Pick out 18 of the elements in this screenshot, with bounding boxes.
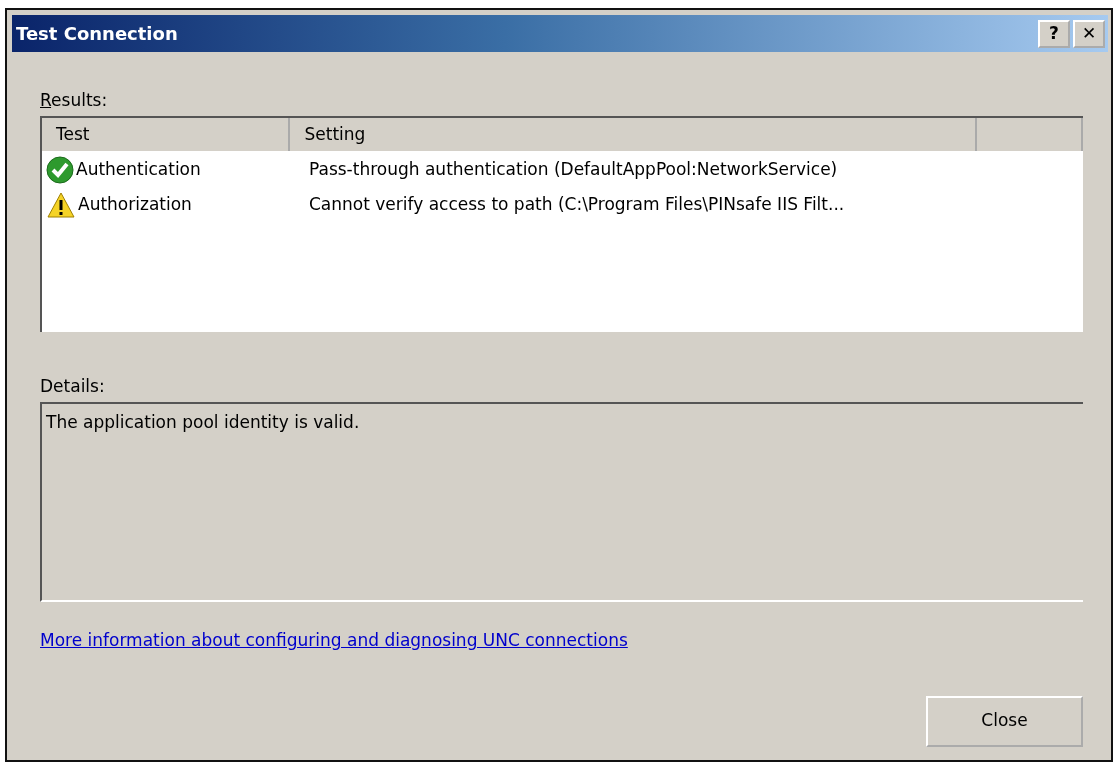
list-row[interactable]: Authorization Cannot verify access to path (C:\Program Files\PINsafe IIS Filt... (42, 187, 1083, 222)
test-name: Authorization (78, 192, 192, 216)
column-header[interactable]: Setting (290, 118, 978, 151)
help-link[interactable]: More information about configuring and diagnosing UNC connections (40, 628, 628, 654)
window-title: Test Connection (16, 22, 178, 46)
test-name: Authentication (76, 157, 201, 181)
column-header[interactable]: Test (42, 118, 291, 151)
close-button[interactable]: ✕ (1073, 19, 1105, 48)
warning-icon (46, 190, 76, 219)
help-button[interactable]: ? (1038, 19, 1070, 48)
close-button[interactable]: Close (926, 695, 1083, 747)
list-row[interactable]: Authentication Pass-through authentication (DefaultAppPool:NetworkService) (42, 152, 1083, 187)
results-label: Results: (40, 89, 109, 112)
check-icon (46, 155, 74, 184)
setting-text: Cannot verify access to path (C:\Program Files\PINsafe IIS Filt... (308, 192, 845, 216)
details-label: Details: (40, 375, 106, 398)
setting-text: Pass-through authentication (DefaultAppPool:NetworkService) (308, 157, 838, 181)
details-text: The application pool identity is valid. (46, 412, 360, 432)
